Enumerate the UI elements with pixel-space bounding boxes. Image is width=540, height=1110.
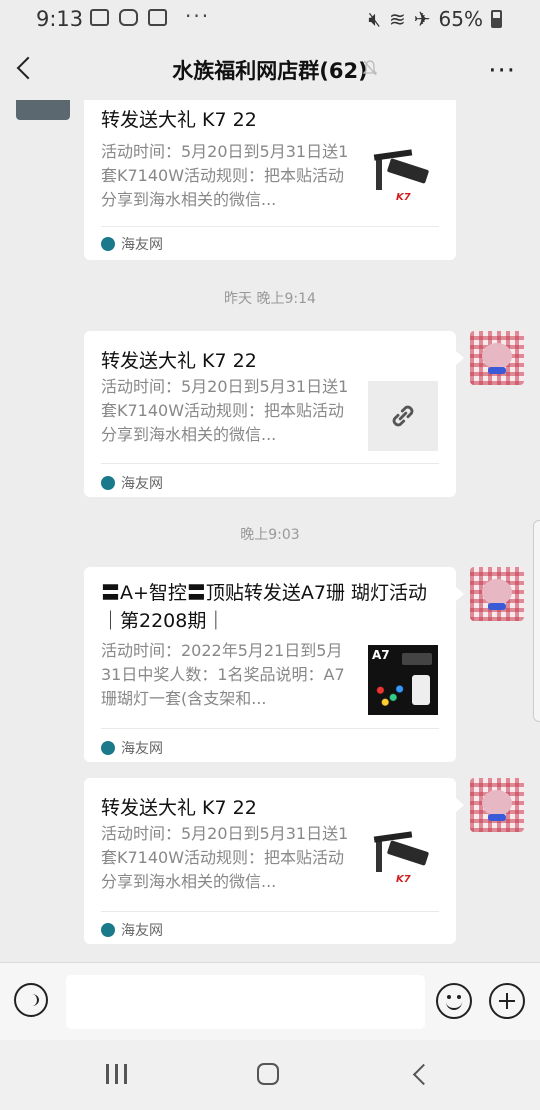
card-title: 转发送大礼 K7 22: [101, 109, 257, 131]
source-label: 海友网: [121, 923, 163, 939]
more-options-icon[interactable]: ···: [488, 56, 516, 86]
link-icon: [368, 381, 438, 451]
battery-percent: 65%: [438, 7, 483, 31]
avatar[interactable]: [470, 567, 524, 621]
source-label: 海友网: [121, 237, 163, 253]
d-app-icon: [148, 9, 167, 26]
haiyou-logo-icon: [101, 741, 115, 755]
haiyou-logo-icon: [101, 237, 115, 251]
link-card[interactable]: 〓A+智控〓顶贴转发送A7珊 瑚灯活动｜第2208期｜ 活动时间：2022年5月…: [84, 567, 464, 762]
card-source: 海友网: [101, 738, 163, 758]
avatar[interactable]: [470, 778, 524, 832]
link-card[interactable]: 转发送大礼 K7 22 活动时间：5月20日到5月31日送1套K7140W活动规…: [84, 100, 456, 260]
home-icon[interactable]: [257, 1063, 279, 1085]
message-input[interactable]: [66, 975, 425, 1029]
link-card[interactable]: 转发送大礼 K7 22 活动时间：5月20日到5月31日送1套K7140W活动规…: [84, 778, 464, 944]
wifi-icon: ≋: [389, 7, 406, 31]
mute-bell-icon: [363, 60, 377, 76]
haiyou-logo-icon: [101, 476, 115, 490]
notification-icons: ···: [90, 4, 211, 28]
emoji-icon[interactable]: [436, 983, 472, 1019]
timestamp: 晚上9:03: [240, 527, 300, 543]
divider: [101, 226, 439, 227]
card-description: 活动时间：5月20日到5月31日送1套K7140W活动规则：把本贴活动分享到海水…: [101, 377, 349, 444]
divider: [101, 463, 439, 464]
status-bar: 9:13 ··· 🔇︎ ≋ ✈︎ 65%: [0, 0, 540, 38]
system-icons: 🔇︎ ≋ ✈︎ 65%: [368, 7, 502, 31]
mute-status-icon: 🔇︎: [368, 7, 382, 31]
app-notification-icon: [119, 9, 138, 26]
source-label: 海友网: [121, 476, 163, 492]
a7-image: A7: [368, 645, 438, 715]
scroll-handle[interactable]: [533, 520, 540, 722]
card-description: 活动时间：2022年5月21日到5月31日中奖人数：1名奖品说明：A7珊瑚灯一套…: [101, 641, 345, 708]
chat-messages[interactable]: 转发送大礼 K7 22 活动时间：5月20日到5月31日送1套K7140W活动规…: [0, 100, 540, 962]
nav-back-icon[interactable]: [412, 1063, 435, 1086]
card-source: 海友网: [101, 920, 163, 940]
card-title: 转发送大礼 K7 22: [101, 797, 257, 819]
avatar[interactable]: [16, 100, 70, 120]
card-source: 海友网: [101, 473, 163, 493]
voice-input-icon[interactable]: [14, 983, 48, 1017]
divider: [101, 728, 439, 729]
lamp-image: K7: [368, 146, 438, 216]
card-description: 活动时间：5月20日到5月31日送1套K7140W活动规则：把本贴活动分享到海水…: [101, 824, 349, 891]
recents-icon[interactable]: [106, 1064, 127, 1084]
divider: [101, 911, 439, 912]
more-notifications-icon: ···: [185, 4, 211, 28]
link-glyph-icon: [392, 405, 414, 427]
gallery-icon: [90, 9, 109, 26]
lamp-image: K7: [368, 828, 438, 898]
chat-header: 水族福利网店群(62) ···: [0, 38, 540, 100]
chat-title[interactable]: 水族福利网店群(62): [0, 55, 540, 85]
system-nav-bar: [0, 1040, 540, 1110]
avatar[interactable]: [470, 331, 524, 385]
source-label: 海友网: [121, 741, 163, 757]
card-description: 活动时间：5月20日到5月31日送1套K7140W活动规则：把本贴活动分享到海水…: [101, 142, 349, 209]
card-source: 海友网: [101, 234, 163, 254]
input-bar: [0, 962, 540, 1041]
timestamp: 昨天 晚上9:14: [224, 291, 316, 307]
card-title: 转发送大礼 K7 22: [101, 350, 257, 372]
battery-icon: [491, 10, 502, 28]
add-more-icon[interactable]: [489, 983, 525, 1019]
card-title: 〓A+智控〓顶贴转发送A7珊 瑚灯活动｜第2208期｜: [101, 582, 428, 632]
airplane-icon: ✈︎: [413, 7, 431, 31]
link-card[interactable]: 转发送大礼 K7 22 活动时间：5月20日到5月31日送1套K7140W活动规…: [84, 331, 464, 497]
status-time: 9:13: [36, 7, 84, 31]
haiyou-logo-icon: [101, 923, 115, 937]
